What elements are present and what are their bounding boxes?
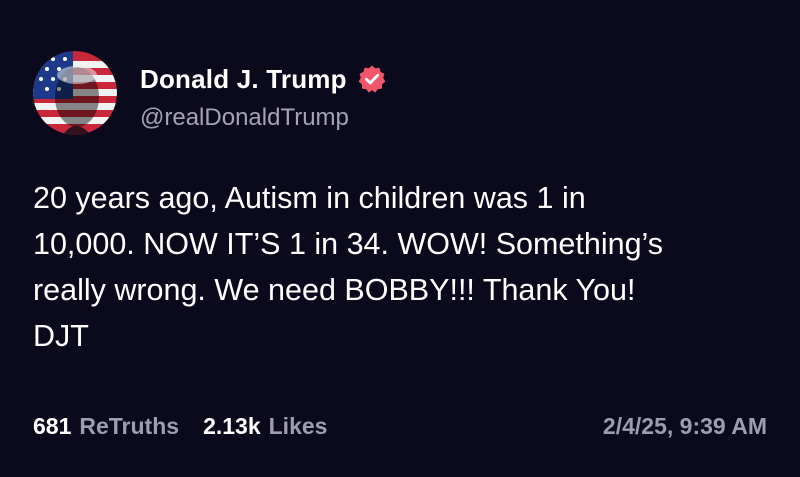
likes-count: 2.13k: [203, 412, 261, 439]
post-timestamp[interactable]: 2/4/25, 9:39 AM: [603, 409, 767, 443]
likes-label: Likes: [268, 412, 328, 439]
author-handle[interactable]: @realDonaldTrump: [140, 104, 349, 132]
author-avatar[interactable]: [33, 51, 117, 135]
verified-badge-icon: [357, 64, 387, 94]
truth-post: Donald J. Trump @realDonaldTrump 20 year…: [0, 0, 800, 477]
likes-stat[interactable]: 2.13k Likes: [203, 413, 327, 440]
flag-portrait-avatar-icon: [33, 51, 117, 135]
author-name-row: Donald J. Trump: [140, 60, 387, 98]
retruths-stat[interactable]: 681 ReTruths: [33, 413, 179, 440]
author-display-name[interactable]: Donald J. Trump: [140, 64, 347, 95]
retruths-count: 681: [33, 412, 72, 439]
post-body-text: 20 years ago, Autism in children was 1 i…: [33, 181, 664, 353]
retruths-label: ReTruths: [79, 412, 180, 439]
post-stats: 681 ReTruths 2.13k Likes: [33, 409, 351, 443]
